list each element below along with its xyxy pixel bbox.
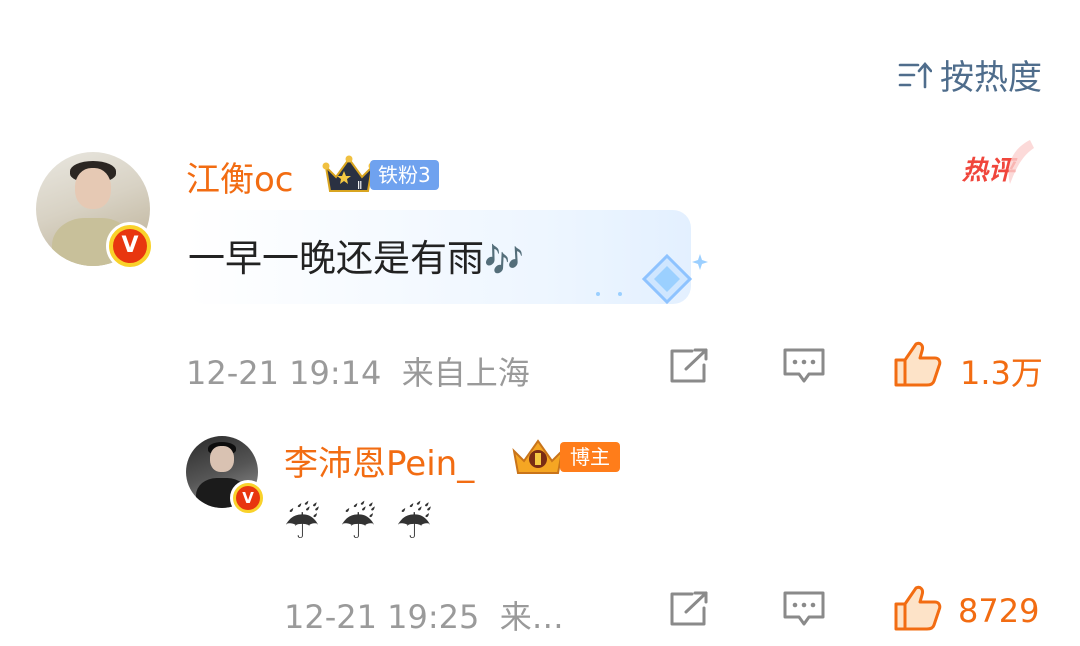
sort-icon [898,61,932,88]
reply-like-count: 8729 [958,592,1040,630]
fan-badge[interactable]: Ⅱ 铁粉3 [322,155,439,195]
rain-umbrella-emoji: ☔ [340,502,376,548]
rain-umbrella-emoji: ☔ [284,502,320,548]
crown-icon: Ⅱ [322,155,376,192]
reply-share-icon[interactable] [668,590,710,628]
blogger-badge[interactable]: 博主 [510,437,620,477]
reply-like-icon[interactable] [892,584,942,632]
reply-comment-icon[interactable] [782,590,826,628]
comment-icon[interactable] [782,347,826,385]
comment-timestamp: 12-21 19:14 来自上海 [186,354,530,392]
reply-verified-badge-icon: V [230,480,266,516]
diamond-decoration-icon [596,253,708,305]
sort-label: 按热度 [940,58,1042,98]
commenter-name[interactable]: 江衡oc [186,152,294,201]
like-count: 1.3万 [960,354,1043,392]
share-icon[interactable] [668,347,710,385]
verified-badge-icon: V [106,222,154,270]
reply-author-name[interactable]: 李沛恩Pein_ [284,436,474,485]
hot-feather-icon [1008,140,1034,184]
fan-level-label: 铁粉3 [370,160,439,190]
reply-timestamp: 12-21 19:25 来… [284,598,564,636]
like-icon[interactable] [892,340,942,388]
blogger-crown-icon [512,439,564,474]
blogger-label: 博主 [560,442,620,472]
music-note-icon: 🎶 [484,241,524,279]
sort-by-hot-button[interactable]: 按热度 [898,50,1042,99]
svg-text:Ⅱ: Ⅱ [357,179,362,192]
rain-umbrella-emoji: ☔ [396,502,432,548]
comment-text: 一早一晚还是有雨🎶 [188,237,524,280]
